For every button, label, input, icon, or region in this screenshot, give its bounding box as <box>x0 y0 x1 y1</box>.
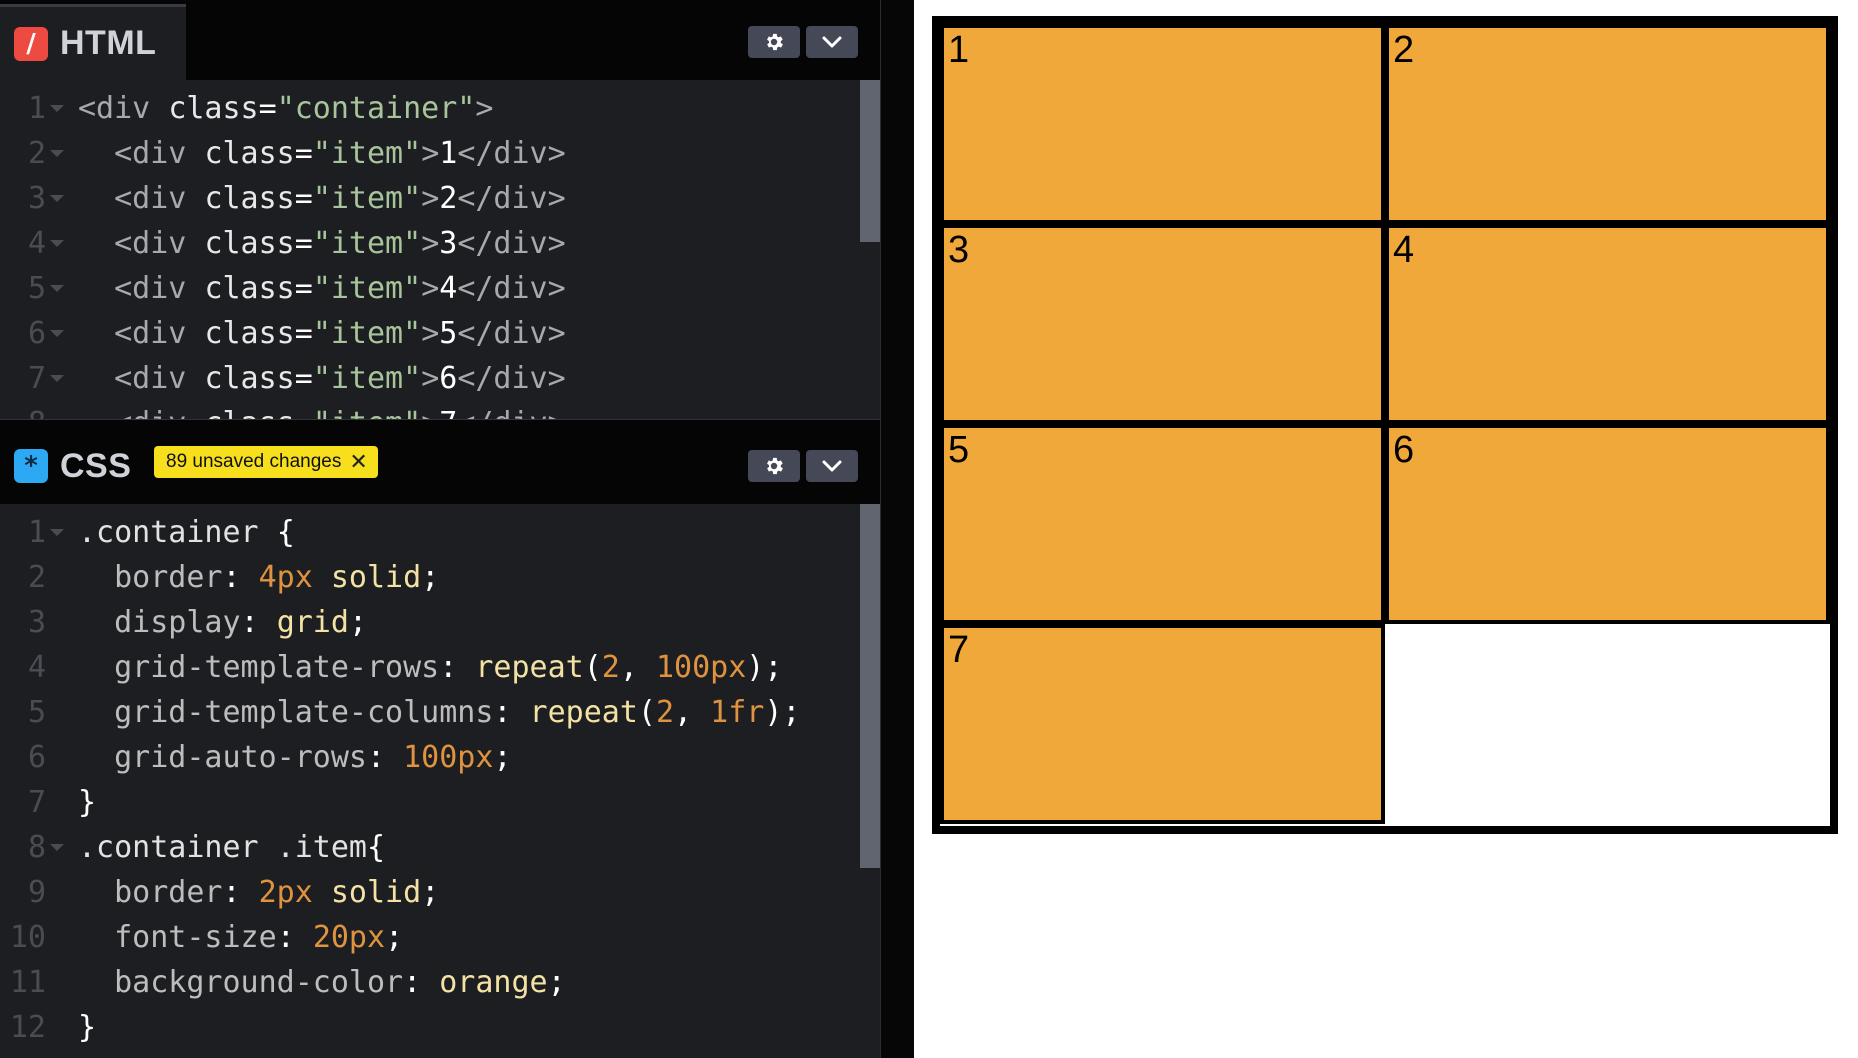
chevron-down-icon <box>822 460 842 472</box>
line-number: 3 <box>27 181 46 216</box>
unsaved-changes-label: 89 unsaved changes <box>166 451 342 472</box>
code-text: background-color: orange; <box>114 965 566 1000</box>
line-number: 2 <box>27 560 46 595</box>
code-text: <div class="item">5</div> <box>114 316 566 351</box>
css-pane-title: CSS <box>60 446 132 485</box>
grid-item: 1 <box>940 24 1385 224</box>
fold-arrow-icon[interactable] <box>50 844 64 851</box>
line-number: 11 <box>9 965 46 1000</box>
css-tab[interactable]: * CSS <box>0 428 161 504</box>
code-text: <div class="item">7</div> <box>78 401 566 419</box>
editor-column: / HTML 1 <div class="container"> 2 <div cl… <box>0 0 880 1058</box>
grid-item: 5 <box>940 424 1385 624</box>
line-number: 6 <box>27 316 46 351</box>
code-text: grid-auto-rows: 100px; <box>114 740 512 775</box>
html-scrollbar[interactable] <box>860 80 880 419</box>
css-settings-button[interactable] <box>748 450 800 482</box>
code-text: } <box>78 1010 97 1045</box>
code-text: grid-template-columns: repeat(2, 1fr); <box>114 695 801 730</box>
code-text: <div class="item">4</div> <box>114 271 566 306</box>
gear-icon <box>767 457 783 475</box>
html-collapse-button[interactable] <box>806 26 858 58</box>
code-text: <div class="item">3</div> <box>114 226 566 261</box>
html-code-area[interactable]: 1 <div class="container"> 2 <div class="it… <box>0 80 860 419</box>
html-settings-button[interactable] <box>748 26 800 58</box>
grid-container: 1234567 <box>932 16 1838 834</box>
editor-preview-divider[interactable] <box>880 0 915 1058</box>
grid-item: 7 <box>940 624 1385 824</box>
fold-arrow-icon[interactable] <box>50 375 64 382</box>
css-code-area[interactable]: 1 .container { 2 border: 4px solid; 3 displ… <box>0 504 860 1058</box>
code-text: grid-template-rows: repeat(2, 100px); <box>114 650 783 685</box>
chevron-down-icon <box>822 36 842 48</box>
html-pane-title: HTML <box>60 24 157 62</box>
css-lang-icon: * <box>14 449 48 483</box>
css-pane-header: * CSS 89 unsaved changes ✕ <box>0 424 880 504</box>
code-text: <div class="item">2</div> <box>114 181 566 216</box>
code-text: .container .item{ <box>78 830 386 865</box>
css-scrollbar[interactable] <box>860 504 880 1058</box>
code-text: display: grid; <box>114 605 367 640</box>
line-number: 1 <box>27 91 46 126</box>
line-number: 10 <box>9 920 46 955</box>
line-number: 3 <box>27 605 46 640</box>
html-pane-header: / HTML <box>0 0 880 80</box>
line-number: 5 <box>27 695 46 730</box>
fold-arrow-icon[interactable] <box>50 330 64 337</box>
line-number: 9 <box>27 875 46 910</box>
close-icon[interactable]: ✕ <box>349 451 367 473</box>
line-number: 8 <box>27 830 46 865</box>
grid-item: 3 <box>940 224 1385 424</box>
grid-item: 4 <box>1385 224 1830 424</box>
html-tab[interactable]: / HTML <box>0 4 187 80</box>
code-text: <div class="item">1</div> <box>114 136 566 171</box>
line-number: 1 <box>27 515 46 550</box>
line-number: 6 <box>27 740 46 775</box>
code-text: } <box>78 785 97 820</box>
html-editor-pane: / HTML 1 <div class="container"> 2 <div cl… <box>0 0 880 419</box>
fold-arrow-icon[interactable] <box>50 105 64 112</box>
fold-arrow-icon[interactable] <box>50 195 64 202</box>
gear-icon <box>767 33 783 51</box>
code-text: <div class="container"> <box>78 91 494 126</box>
css-editor-pane: * CSS 89 unsaved changes ✕ 1 .container {… <box>0 424 880 1058</box>
grid-item: 2 <box>1385 24 1830 224</box>
fold-arrow-icon[interactable] <box>50 240 64 247</box>
line-number: 12 <box>9 1010 46 1045</box>
fold-arrow-icon[interactable] <box>50 529 64 536</box>
fold-arrow-icon[interactable] <box>50 285 64 292</box>
unsaved-changes-badge[interactable]: 89 unsaved changes ✕ <box>154 446 378 478</box>
css-scrollbar-thumb[interactable] <box>860 504 880 868</box>
line-number: 7 <box>27 785 46 820</box>
code-text: border: 2px solid; <box>114 875 440 910</box>
code-text: <div class="item">6</div> <box>114 361 566 396</box>
html-lang-icon: / <box>14 26 48 61</box>
line-number: 4 <box>27 226 46 261</box>
grid-item: 6 <box>1385 424 1830 624</box>
code-text: font-size: 20px; <box>114 920 404 955</box>
html-scrollbar-thumb[interactable] <box>860 80 880 242</box>
code-text: .container { <box>78 515 295 550</box>
line-number: 2 <box>27 136 46 171</box>
code-text: border: 4px solid; <box>114 560 440 595</box>
line-number: 4 <box>27 650 46 685</box>
line-number: 5 <box>27 271 46 306</box>
result-preview: 1234567 <box>914 0 1858 1058</box>
line-number: 8 <box>0 401 46 419</box>
line-number: 7 <box>27 361 46 396</box>
css-collapse-button[interactable] <box>806 450 858 482</box>
fold-arrow-icon[interactable] <box>50 150 64 157</box>
